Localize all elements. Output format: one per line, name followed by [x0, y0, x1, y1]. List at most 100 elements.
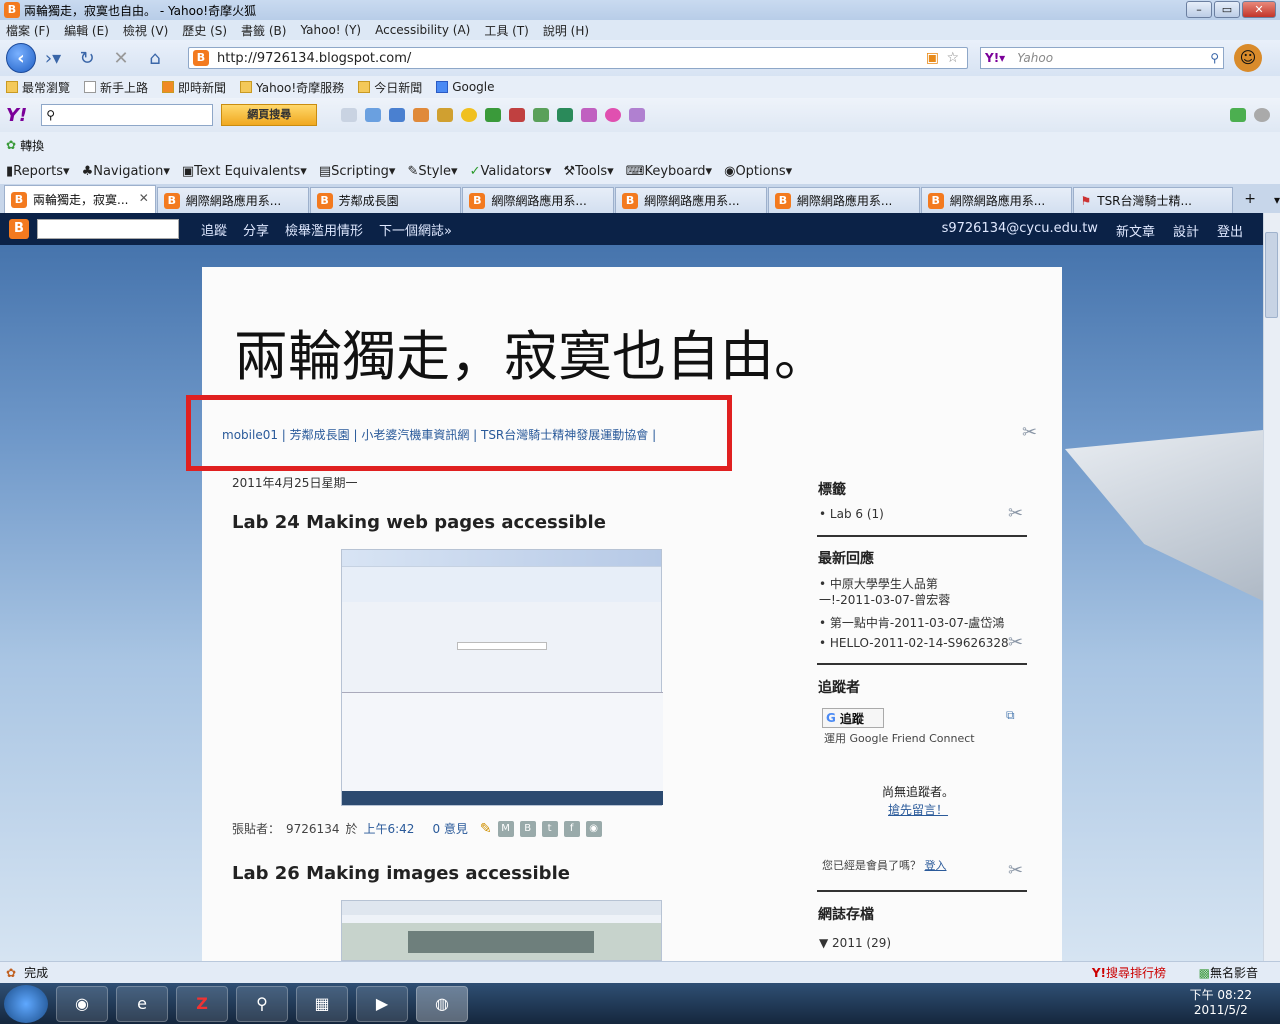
- explorer-taskbar-icon[interactable]: ▦: [296, 985, 348, 1022]
- toolbar-icon[interactable]: [605, 108, 622, 122]
- scripting-menu[interactable]: ▤Scripting▾: [319, 164, 396, 179]
- search-tool-taskbar-icon[interactable]: ⚲: [236, 985, 288, 1022]
- translate-label[interactable]: 轉換: [20, 137, 44, 154]
- toolbar-icon[interactable]: [437, 108, 454, 122]
- tab-course-3[interactable]: B 網際網路應用系...: [615, 187, 767, 213]
- mail-icon[interactable]: [389, 108, 406, 122]
- popout-icon[interactable]: ⧉: [1006, 708, 1015, 723]
- blogthis-share-icon[interactable]: B: [519, 820, 536, 837]
- tab-neighbor[interactable]: B 芳鄰成長園: [309, 187, 462, 213]
- toolbar-icon[interactable]: [341, 108, 358, 122]
- bookmark-google[interactable]: Google: [436, 80, 495, 94]
- yahoo-rank-link[interactable]: Y!搜尋排行榜: [1092, 964, 1166, 981]
- firefox-taskbar-icon[interactable]: ◍: [416, 985, 468, 1022]
- forward-button[interactable]: ›▾: [36, 48, 70, 69]
- toolbar-icon[interactable]: [533, 108, 550, 122]
- toolbar-icon[interactable]: [629, 108, 646, 122]
- text-equivalents-menu[interactable]: ▣Text Equivalents▾: [182, 164, 307, 179]
- start-button[interactable]: [4, 984, 48, 1023]
- twitter-share-icon[interactable]: t: [541, 820, 558, 837]
- blog-search-input[interactable]: [37, 219, 179, 239]
- menu-file[interactable]: 檔案 (F): [6, 22, 50, 39]
- calendar-icon[interactable]: [509, 108, 526, 122]
- add-icon[interactable]: [1230, 108, 1246, 122]
- bookmark-today-news[interactable]: 今日新聞: [358, 79, 422, 96]
- back-button[interactable]: ‹: [6, 43, 36, 73]
- edit-wrench-icon[interactable]: ✂: [1008, 503, 1023, 524]
- validators-menu[interactable]: ✓Validators▾: [470, 164, 552, 179]
- rss-icon[interactable]: ▣: [926, 50, 939, 66]
- comments-link[interactable]: 0 意見: [432, 820, 467, 837]
- maximize-button[interactable]: ▭: [1214, 1, 1240, 18]
- post-title-1[interactable]: Lab 24 Making web pages accessible: [232, 512, 606, 533]
- share-link[interactable]: 分享: [243, 220, 269, 239]
- edit-wrench-icon[interactable]: ✂: [1008, 632, 1023, 653]
- menu-bookmarks[interactable]: 書籤 (B): [241, 22, 286, 39]
- menu-tools[interactable]: 工具 (T): [484, 22, 529, 39]
- search-box[interactable]: Y!▾ Yahoo ⚲: [980, 47, 1224, 69]
- toolbar-icon[interactable]: [413, 108, 430, 122]
- edit-pencil-icon[interactable]: ✎: [480, 821, 492, 837]
- buzz-share-icon[interactable]: ◉: [585, 820, 602, 837]
- edit-wrench-icon[interactable]: ✂: [1022, 422, 1037, 443]
- web-search-button[interactable]: 網頁搜尋: [221, 104, 318, 126]
- yahoo-logo-icon[interactable]: Y!: [6, 105, 27, 126]
- tab-list-icon[interactable]: ▾: [1274, 193, 1280, 207]
- design-link[interactable]: 設計: [1173, 221, 1199, 240]
- post-time-link[interactable]: 上午6:42: [363, 820, 414, 837]
- tab-tsr[interactable]: ⚑ TSR台灣騎士精...: [1073, 187, 1234, 213]
- close-button[interactable]: ✕: [1242, 1, 1276, 18]
- reload-button[interactable]: ↻: [70, 48, 104, 69]
- report-abuse-link[interactable]: 檢舉濫用情形: [285, 220, 363, 239]
- reports-menu[interactable]: ▮Reports▾: [6, 164, 70, 179]
- email-share-icon[interactable]: M: [497, 820, 514, 837]
- toolbar-icon[interactable]: [365, 108, 382, 122]
- blogger-logo-icon[interactable]: B: [9, 219, 29, 239]
- menu-history[interactable]: 歷史 (S): [182, 22, 227, 39]
- home-button[interactable]: ⌂: [138, 48, 172, 69]
- logout-link[interactable]: 登出: [1217, 221, 1243, 240]
- tab-course-2[interactable]: B 網際網路應用系...: [462, 187, 615, 213]
- next-blog-link[interactable]: 下一個網誌»: [379, 220, 452, 239]
- bookmark-getting-started[interactable]: 新手上路: [84, 79, 148, 96]
- navigation-menu[interactable]: ♣Navigation▾: [82, 164, 170, 179]
- scrollbar-thumb[interactable]: [1265, 232, 1278, 318]
- link-list[interactable]: mobile01 | 芳鄰成長園 | 小老婆汽機車資訊網 | TSR台灣騎士精神…: [222, 426, 656, 443]
- monkey-icon[interactable]: ☺: [1234, 44, 1262, 72]
- first-comment-link[interactable]: 搶先留言！: [888, 801, 948, 818]
- vertical-scrollbar[interactable]: [1263, 213, 1280, 961]
- heart-icon[interactable]: [581, 108, 598, 122]
- edit-wrench-icon[interactable]: ✂: [1008, 860, 1023, 881]
- new-post-link[interactable]: 新文章: [1116, 221, 1155, 240]
- stop-button[interactable]: ✕: [104, 48, 138, 69]
- close-tab-icon[interactable]: ✕: [139, 191, 149, 205]
- search-icon[interactable]: ⚲: [1210, 51, 1219, 65]
- yahoo-search-input[interactable]: ⚲: [41, 104, 214, 126]
- flag-icon[interactable]: [557, 108, 574, 122]
- chrome-taskbar-icon[interactable]: ◉: [56, 985, 108, 1022]
- system-clock[interactable]: 下午 08:22 2011/5/2: [1190, 988, 1252, 1018]
- bookmark-most-visited[interactable]: 最常瀏覽: [6, 79, 70, 96]
- tab-course-1[interactable]: B 網際網路應用系...: [156, 187, 309, 213]
- gear-icon[interactable]: [1254, 108, 1270, 122]
- minimize-button[interactable]: –: [1186, 1, 1212, 18]
- url-bar[interactable]: B http://9726134.blogspot.com/ ▣ ☆: [188, 47, 968, 69]
- login-link[interactable]: 登入: [925, 859, 947, 872]
- ie-taskbar-icon[interactable]: e: [116, 985, 168, 1022]
- media-player-taskbar-icon[interactable]: ▶: [356, 985, 408, 1022]
- filezilla-taskbar-icon[interactable]: Z: [176, 985, 228, 1022]
- bookmark-latest-news[interactable]: 即時新聞: [162, 79, 226, 96]
- style-menu[interactable]: ✎Style▾: [407, 164, 457, 179]
- options-menu[interactable]: ◉Options▾: [724, 164, 792, 179]
- tab-blog[interactable]: B 兩輪獨走，寂寞... ✕: [4, 185, 156, 213]
- bookmark-star-icon[interactable]: ☆: [946, 50, 959, 66]
- follow-link[interactable]: 追蹤: [201, 220, 227, 239]
- new-tab-icon[interactable]: +: [1244, 191, 1256, 207]
- facebook-share-icon[interactable]: f: [563, 820, 580, 837]
- bookmark-yahoo-services[interactable]: Yahoo!奇摩服務: [240, 79, 344, 96]
- menu-help[interactable]: 說明 (H): [543, 22, 589, 39]
- menu-yahoo[interactable]: Yahoo! (Y): [300, 23, 361, 37]
- menu-view[interactable]: 檢視 (V): [123, 22, 168, 39]
- toolbar-icon[interactable]: [485, 108, 502, 122]
- menu-accessibility[interactable]: Accessibility (A): [375, 23, 470, 37]
